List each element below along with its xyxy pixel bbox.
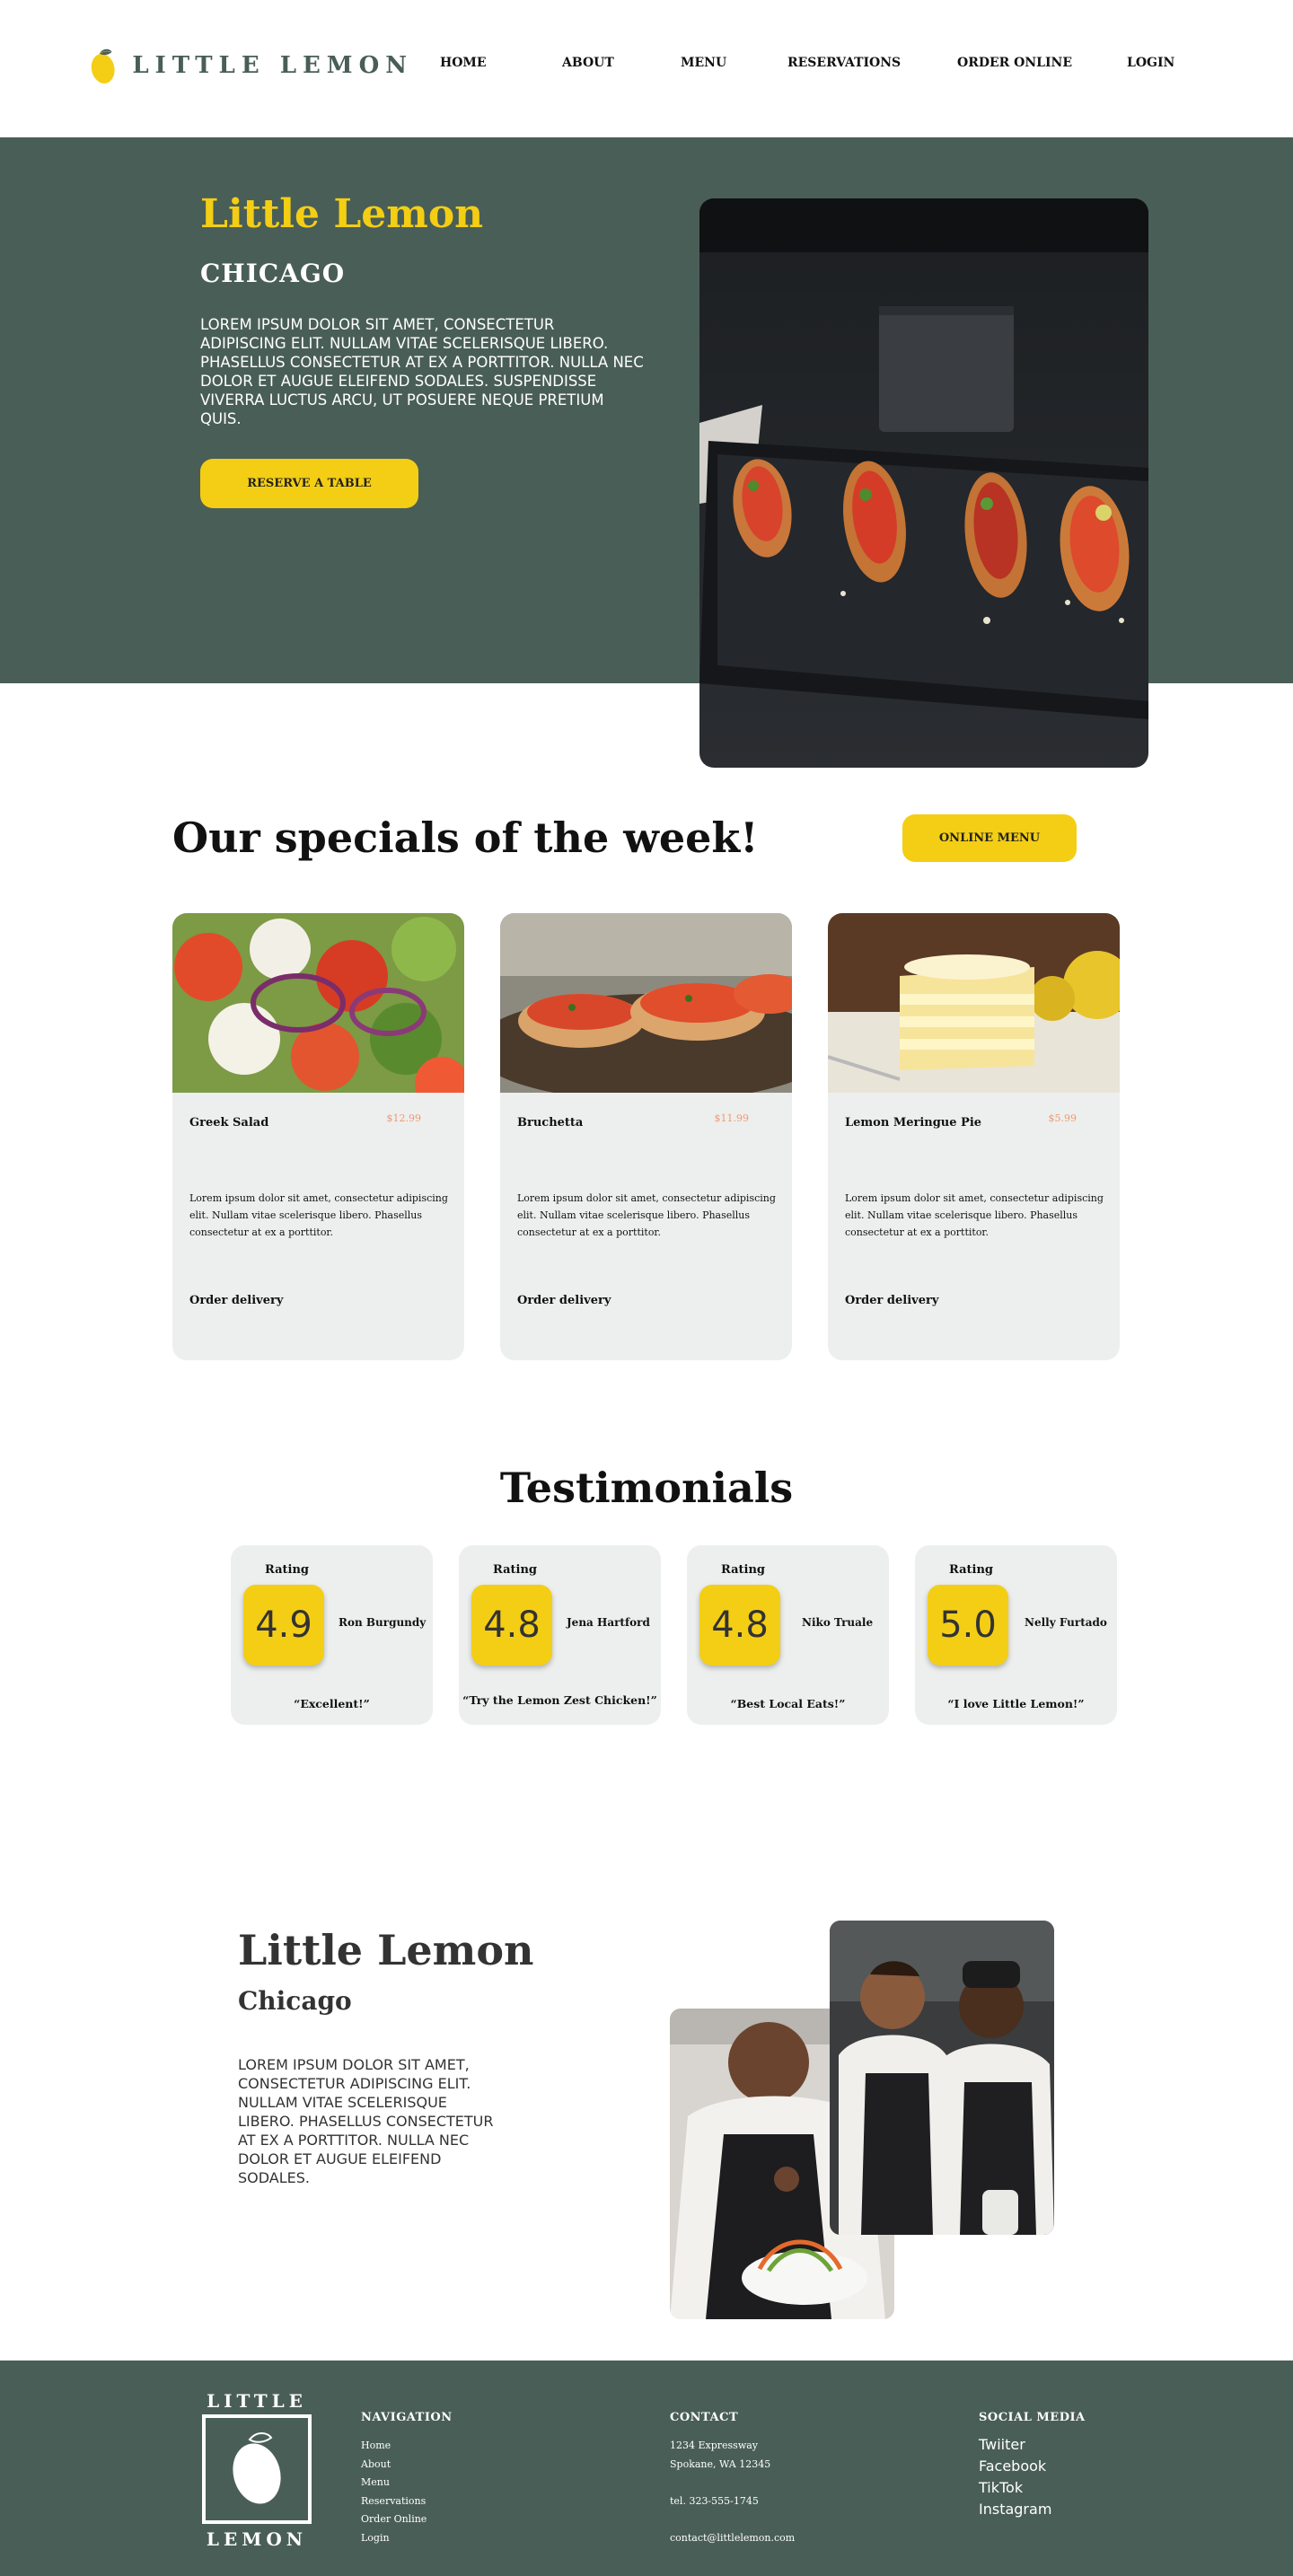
about-description: Lorem ipsum dolor sit amet, consectetur … (238, 2056, 494, 2186)
special-name: Lemon Meringue Pie (845, 1116, 982, 1130)
review-quote: “Try the Lemon Zest Chicken!” (462, 1693, 657, 1707)
special-description: Lorem ipsum dolor sit amet, consectetur … (189, 1192, 448, 1238)
contact-email-link[interactable]: contact@littlelemon.com (670, 2529, 795, 2548)
greek-salad-image (172, 913, 464, 1093)
special-card-bruchetta: Bruchetta $11.99 Lorem ipsum dolor sit a… (500, 913, 792, 1360)
hero-title: Little Lemon (200, 191, 484, 237)
lemon-meringue-pie-image (828, 913, 1120, 1093)
social-link-instagram[interactable]: Instagram (979, 2499, 1051, 2520)
special-card-greek-salad: Greek Salad $12.99 Lorem ipsum dolor sit… (172, 913, 464, 1360)
order-delivery-link[interactable]: Order delivery (845, 1294, 938, 1307)
about-subtitle: Chicago (238, 1986, 352, 2016)
footer-logo-top: LITTLE (207, 2390, 307, 2412)
rating-label: Rating (265, 1563, 310, 1577)
testimonials-title: Testimonials (499, 1464, 794, 1512)
contact-address-line-2: Spokane, WA 12345 (670, 2457, 771, 2470)
reviewer-name: Ron Burgundy (339, 1616, 427, 1629)
hero-image-bruschetta-tray (699, 198, 1148, 768)
nav-home[interactable]: HOME (440, 56, 487, 70)
footer-contact-title: CONTACT (670, 2411, 739, 2424)
testimonial-card: Rating 4.8 Niko Truale “Best Local Eats!… (687, 1545, 889, 1725)
about-title: Little Lemon (238, 1926, 534, 1974)
special-name: Bruchetta (517, 1116, 584, 1130)
review-quote: “I love Little Lemon!” (947, 1697, 1085, 1710)
footer-logo-bottom: LEMON (207, 2528, 307, 2549)
rating-score: 4.8 (699, 1585, 780, 1666)
online-menu-button[interactable]: ONLINE MENU (902, 814, 1077, 862)
bruchetta-image (500, 913, 792, 1093)
rating-label: Rating (949, 1563, 994, 1577)
nav-menu[interactable]: MENU (681, 56, 726, 70)
footer-nav-title: NAVIGATION (361, 2411, 453, 2424)
testimonial-card: Rating 4.9 Ron Burgundy “Excellent!” (231, 1545, 433, 1725)
contact-spacer (670, 2474, 795, 2492)
lemon-footer-icon: LITTLE LEMON (202, 2390, 312, 2550)
footer-link-home[interactable]: Home (361, 2437, 427, 2456)
rating-score: 4.9 (243, 1585, 324, 1666)
testimonial-card: Rating 4.8 Jena Hartford “Try the Lemon … (459, 1545, 661, 1725)
footer-link-login[interactable]: Login (361, 2529, 427, 2548)
reviewer-name: Niko Truale (802, 1616, 874, 1629)
testimonial-card: Rating 5.0 Nelly Furtado “I love Little … (915, 1545, 1117, 1725)
footer-logo[interactable]: LITTLE LEMON (199, 2387, 314, 2550)
contact-phone: tel. 323-555-1745 (670, 2494, 759, 2507)
footer-link-menu[interactable]: Menu (361, 2474, 427, 2492)
order-delivery-link[interactable]: Order delivery (517, 1294, 611, 1307)
rating-label: Rating (493, 1563, 538, 1577)
contact-spacer (670, 2510, 795, 2529)
social-link-facebook[interactable]: Facebook (979, 2456, 1051, 2477)
special-description: Lorem ipsum dolor sit amet, consectetur … (845, 1192, 1104, 1238)
footer-link-order-online[interactable]: Order Online (361, 2510, 427, 2529)
nav-login[interactable]: LOGIN (1127, 56, 1174, 70)
site-header: LITTLE LEMON HOME ABOUT MENU RESERVATION… (0, 0, 1293, 137)
special-price: $11.99 (714, 1112, 750, 1124)
contact-address-line-1: 1234 Expressway (670, 2440, 759, 2451)
hero-subtitle: CHICAGO (200, 259, 346, 288)
social-link-tiktok[interactable]: TikTok (979, 2477, 1051, 2499)
footer-social-title: SOCIAL MEDIA (979, 2411, 1086, 2424)
rating-score: 4.8 (471, 1585, 552, 1666)
review-quote: “Best Local Eats!” (730, 1697, 846, 1710)
reviewer-name: Jena Hartford (567, 1616, 650, 1629)
chefs-laughing-image (830, 1921, 1054, 2235)
footer-link-about[interactable]: About (361, 2456, 427, 2475)
social-link-twitter[interactable]: Twiiter (979, 2434, 1051, 2456)
special-name: Greek Salad (189, 1116, 269, 1130)
footer-contact-info: 1234 Expressway Spokane, WA 12345 tel. 3… (670, 2437, 795, 2547)
special-description: Lorem ipsum dolor sit amet, consectetur … (517, 1192, 776, 1238)
nav-order-online[interactable]: ORDER ONLINE (957, 56, 1072, 70)
reviewer-name: Nelly Furtado (1025, 1616, 1107, 1629)
special-price: $5.99 (1048, 1112, 1078, 1124)
footer-nav-links: Home About Menu Reservations Order Onlin… (361, 2437, 427, 2547)
main-nav: HOME ABOUT MENU RESERVATIONS ORDER ONLIN… (0, 56, 1293, 75)
hero-description: Lorem ipsum dolor sit amet, consectetur … (200, 316, 644, 427)
nav-reservations[interactable]: RESERVATIONS (787, 56, 901, 70)
footer-social-links: Twiiter Facebook TikTok Instagram (979, 2434, 1051, 2520)
special-price: $12.99 (386, 1112, 422, 1124)
site-footer: LITTLE LEMON NAVIGATION Home About Menu … (0, 2361, 1293, 2576)
specials-title: Our specials of the week! (172, 813, 759, 862)
special-card-lemon-pie: Lemon Meringue Pie $5.99 Lorem ipsum dol… (828, 913, 1120, 1360)
reserve-table-button[interactable]: RESERVE A TABLE (200, 459, 418, 508)
order-delivery-link[interactable]: Order delivery (189, 1294, 283, 1307)
rating-label: Rating (721, 1563, 766, 1577)
footer-link-reservations[interactable]: Reservations (361, 2492, 427, 2511)
rating-score: 5.0 (928, 1585, 1008, 1666)
review-quote: “Excellent!” (294, 1697, 370, 1710)
nav-about[interactable]: ABOUT (562, 56, 614, 70)
